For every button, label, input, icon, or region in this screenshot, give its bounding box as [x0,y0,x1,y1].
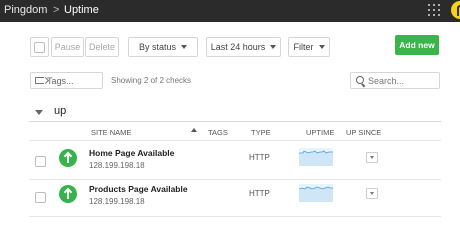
status-up-icon [59,185,77,203]
sort-ascending-icon[interactable] [191,128,197,132]
column-tags[interactable]: TAGS [208,128,228,137]
header-divider [29,140,441,141]
search-placeholder: Search... [368,76,405,86]
site-ip: 128.199.198.18 [89,197,145,206]
search-icon [356,76,364,84]
table-row[interactable]: Products Page Available 128.199.198.18 H… [29,180,441,216]
uptime-sparkline [299,184,333,202]
column-uptime[interactable]: UPTIME [306,128,334,137]
apps-grid-icon[interactable] [428,4,440,16]
tags-filter[interactable]: Tags... [30,72,103,89]
time-range-dropdown[interactable]: Last 24 hours [206,37,281,57]
row-checkbox[interactable] [35,192,46,203]
select-all-button[interactable] [30,37,49,57]
row-checkbox[interactable] [35,156,46,167]
row-actions-dropdown[interactable] [366,188,378,199]
collapse-caret-icon[interactable] [35,110,43,115]
user-avatar[interactable] [451,1,460,19]
page-title: Uptime [64,4,99,16]
brand-logo[interactable]: Pingdom [4,4,47,16]
column-type[interactable]: TYPE [251,128,271,137]
tag-icon [35,77,44,84]
uptime-sparkline [299,148,333,166]
toolbar: Pause Delete By status Last 24 hours Fil… [0,30,460,60]
delete-button[interactable]: Delete [85,37,119,57]
chevron-down-icon [270,45,277,49]
chevron-down-icon [318,45,325,49]
row-divider [29,216,441,217]
table-row[interactable]: Home Page Available 128.199.198.18 HTTP [29,144,441,180]
group-title: up [54,105,67,117]
column-site-name[interactable]: SITE NAME [91,128,131,137]
by-status-label: By status [138,42,176,52]
results-count: Showing 2 of 2 checks [111,76,192,85]
column-up-since[interactable]: UP SINCE [346,128,381,137]
chevron-down-icon [181,45,187,49]
search-input[interactable]: Search... [350,72,440,89]
site-name[interactable]: Home Page Available [89,148,174,158]
group-header[interactable]: up [29,102,441,122]
time-range-label: Last 24 hours [210,42,266,52]
add-new-button[interactable]: Add new [395,35,439,55]
site-ip: 128.199.198.18 [89,161,145,170]
by-status-dropdown[interactable]: By status [128,37,198,57]
select-all-checkbox[interactable] [34,41,45,53]
site-name[interactable]: Products Page Available [89,184,188,194]
top-bar: Pingdom > Uptime [0,0,460,22]
check-type: HTTP [249,189,270,198]
pause-button[interactable]: Pause [51,37,84,57]
filter-label: Filter [293,42,314,52]
check-type: HTTP [249,153,270,162]
tags-label: Tags... [47,76,74,86]
row-actions-dropdown[interactable] [366,152,378,163]
status-up-icon [59,149,77,167]
breadcrumb-separator: > [53,4,60,16]
filter-dropdown[interactable]: Filter [288,37,330,57]
